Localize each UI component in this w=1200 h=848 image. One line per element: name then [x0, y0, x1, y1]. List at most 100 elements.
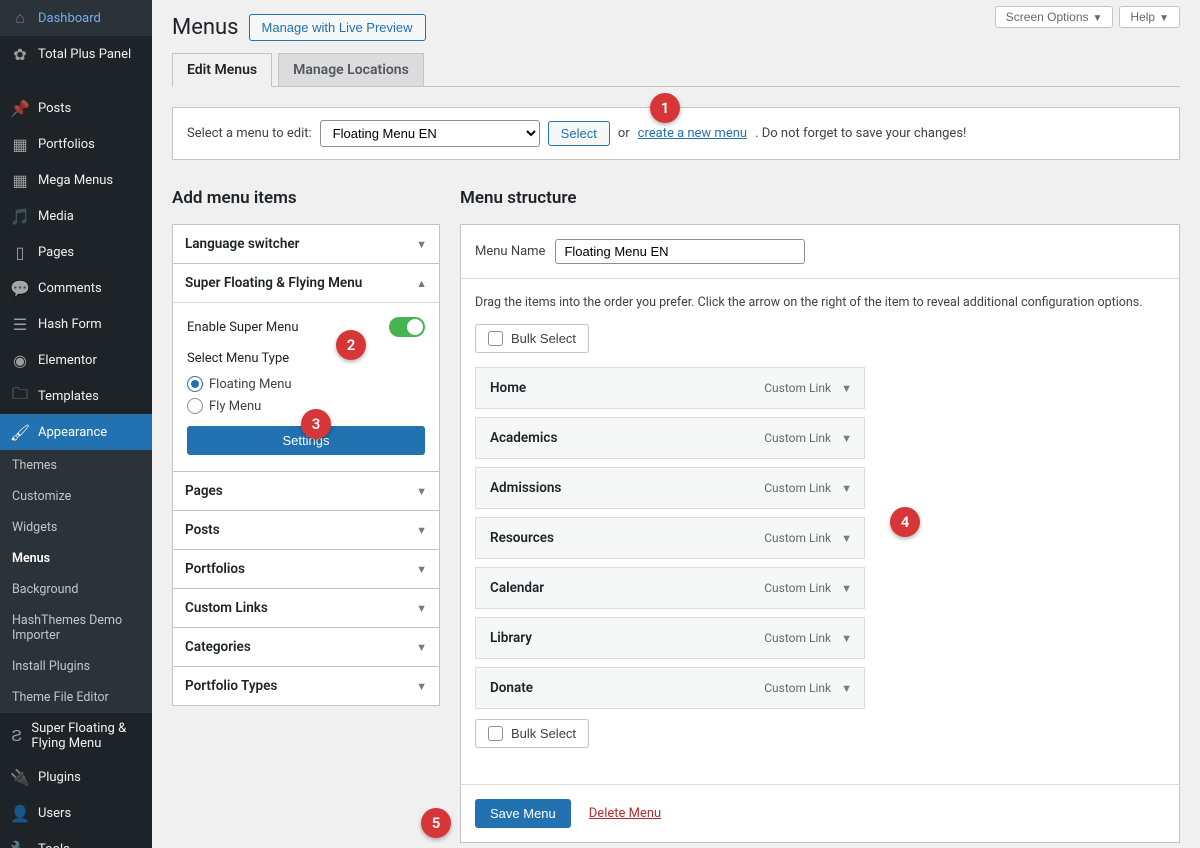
- menu-item-name: Calendar: [490, 580, 544, 596]
- tab-edit-menus[interactable]: Edit Menus: [172, 53, 272, 87]
- radio-floating[interactable]: Floating Menu: [187, 376, 425, 392]
- menu-item-type: Custom Link: [764, 581, 831, 595]
- sidebar-item-mega-menus[interactable]: ▦Mega Menus: [0, 162, 152, 198]
- add-menu-items-column: Add menu items Language switcher ▼ Super …: [172, 188, 440, 706]
- menu-item[interactable]: Calendar Custom Link ▼: [475, 567, 865, 609]
- tab-manage-locations[interactable]: Manage Locations: [278, 53, 424, 87]
- panel-super-floating: Super Floating & Flying Menu▲ Enable Sup…: [172, 264, 440, 472]
- chevron-down-icon[interactable]: ▼: [841, 532, 852, 545]
- chevron-down-icon: ▼: [1159, 13, 1169, 24]
- chevron-down-icon: ▼: [416, 524, 427, 537]
- menu-name-label: Menu Name: [475, 244, 545, 259]
- checkbox-icon: [488, 331, 503, 346]
- panel-title: Super Floating & Flying Menu: [185, 275, 362, 291]
- sidebar-sub-theme-editor[interactable]: Theme File Editor: [0, 682, 152, 713]
- panel-header[interactable]: Super Floating & Flying Menu▲: [173, 264, 439, 302]
- menu-name-input[interactable]: [555, 239, 805, 264]
- menu-item[interactable]: HomeCustom Link▼: [475, 367, 865, 409]
- create-menu-link[interactable]: create a new menu: [638, 126, 747, 141]
- panel-title: Posts: [185, 522, 220, 538]
- chevron-down-icon[interactable]: ▼: [841, 582, 852, 595]
- sidebar-item-posts[interactable]: 📌Posts: [0, 90, 152, 126]
- button-label: Screen Options: [1006, 10, 1089, 24]
- panel-header[interactable]: Language switcher ▼: [173, 225, 439, 263]
- enable-toggle[interactable]: [389, 317, 425, 337]
- sidebar-item-media[interactable]: 🎵Media: [0, 198, 152, 234]
- sidebar-item-total-plus[interactable]: ✿Total Plus Panel: [0, 36, 152, 72]
- menu-item[interactable]: AcademicsCustom Link▼: [475, 417, 865, 459]
- chevron-down-icon: ▼: [416, 680, 427, 693]
- menu-item[interactable]: DonateCustom Link▼: [475, 667, 865, 709]
- chevron-down-icon: ▼: [416, 563, 427, 576]
- sidebar-item-portfolios[interactable]: ▦Portfolios: [0, 126, 152, 162]
- sidebar-item-elementor[interactable]: ◉Elementor: [0, 342, 152, 378]
- sidebar-sub-install-plugins[interactable]: Install Plugins: [0, 651, 152, 682]
- sidebar-sub-themes[interactable]: Themes: [0, 450, 152, 481]
- panel-header[interactable]: Portfolio Types▼: [173, 667, 439, 705]
- menu-item[interactable]: AdmissionsCustom Link▼: [475, 467, 865, 509]
- sidebar-item-comments[interactable]: 💬Comments: [0, 270, 152, 306]
- sidebar-sub-customize[interactable]: Customize: [0, 481, 152, 512]
- sidebar-item-label: Customize: [12, 489, 71, 504]
- chevron-down-icon[interactable]: ▼: [841, 432, 852, 445]
- main-content: Screen Options▼ Help▼ Menus Manage with …: [152, 0, 1200, 848]
- sidebar-item-templates[interactable]: 🗀Templates: [0, 378, 152, 414]
- chevron-down-icon[interactable]: ▼: [841, 682, 852, 695]
- menu-items-list: HomeCustom Link▼ AcademicsCustom Link▼ A…: [475, 367, 865, 709]
- live-preview-button[interactable]: Manage with Live Preview: [249, 14, 426, 41]
- delete-menu-link[interactable]: Delete Menu: [589, 806, 661, 821]
- chevron-down-icon[interactable]: ▼: [841, 382, 852, 395]
- sidebar-item-pages[interactable]: ▯Pages: [0, 234, 152, 270]
- panel-header[interactable]: Pages ▼: [173, 472, 439, 510]
- sidebar-sub-menus[interactable]: Menus: [0, 543, 152, 574]
- sidebar-item-dashboard[interactable]: ⌂Dashboard: [0, 0, 152, 36]
- appearance-submenu: Themes Customize Widgets Menus Backgroun…: [0, 450, 152, 713]
- sidebar-item-label: Themes: [12, 458, 57, 473]
- annotation-marker-2: 2: [336, 330, 366, 360]
- select-button[interactable]: Select: [548, 121, 610, 146]
- chevron-down-icon: ▼: [416, 485, 427, 498]
- annotation-marker-3: 3: [301, 409, 331, 439]
- screen-options-button[interactable]: Screen Options▼: [995, 6, 1114, 28]
- chevron-down-icon[interactable]: ▼: [841, 632, 852, 645]
- gear-icon: ✿: [10, 44, 30, 64]
- sidebar-item-super-floating[interactable]: ƧSuper Floating & Flying Menu: [0, 713, 152, 759]
- menu-panel: Menu Name Drag the items into the order …: [460, 224, 1180, 843]
- add-items-heading: Add menu items: [172, 188, 440, 208]
- sidebar-sub-demo-importer[interactable]: HashThemes Demo Importer: [0, 605, 152, 651]
- bulk-select-bottom[interactable]: Bulk Select: [475, 719, 589, 748]
- menu-item[interactable]: LibraryCustom Link▼: [475, 617, 865, 659]
- chevron-down-icon: ▼: [416, 238, 427, 251]
- folder-icon: 🗀: [10, 386, 30, 406]
- panel-header[interactable]: Posts ▼: [173, 511, 439, 549]
- sidebar-sub-background[interactable]: Background: [0, 574, 152, 605]
- bulk-select-top[interactable]: Bulk Select: [475, 324, 589, 353]
- dashboard-icon: ⌂: [10, 8, 30, 28]
- save-menu-button[interactable]: Save Menu: [475, 799, 571, 828]
- radio-label: Fly Menu: [209, 399, 261, 414]
- sidebar-item-label: Pages: [38, 245, 74, 260]
- sidebar-item-appearance[interactable]: 🖌 Appearance: [0, 414, 152, 450]
- sidebar-item-plugins[interactable]: 🔌Plugins: [0, 759, 152, 795]
- sidebar-item-label: Appearance: [38, 425, 107, 440]
- sidebar-item-hashform[interactable]: ☰Hash Form: [0, 306, 152, 342]
- sidebar-item-tools[interactable]: 🔧Tools: [0, 831, 152, 848]
- brush-icon: 🖌: [10, 422, 30, 442]
- sidebar-item-users[interactable]: 👤Users: [0, 795, 152, 831]
- panel-header[interactable]: Categories▼: [173, 628, 439, 666]
- grid-icon: ▦: [10, 170, 30, 190]
- menu-item[interactable]: ResourcesCustom Link▼: [475, 517, 865, 559]
- menu-item-type: Custom Link: [764, 381, 831, 395]
- sidebar-item-label: Menus: [12, 551, 50, 566]
- help-button[interactable]: Help▼: [1119, 6, 1180, 28]
- panel-header[interactable]: Portfolios▼: [173, 550, 439, 588]
- chevron-down-icon: ▼: [416, 602, 427, 615]
- panel-header[interactable]: Custom Links▼: [173, 589, 439, 627]
- select-label: Select a menu to edit:: [187, 126, 312, 141]
- chevron-down-icon[interactable]: ▼: [841, 482, 852, 495]
- menu-item-name: Resources: [490, 530, 554, 546]
- sidebar-sub-widgets[interactable]: Widgets: [0, 512, 152, 543]
- panel-title: Pages: [185, 483, 223, 499]
- menu-select[interactable]: Floating Menu EN: [320, 120, 540, 147]
- panel-title: Language switcher: [185, 236, 300, 252]
